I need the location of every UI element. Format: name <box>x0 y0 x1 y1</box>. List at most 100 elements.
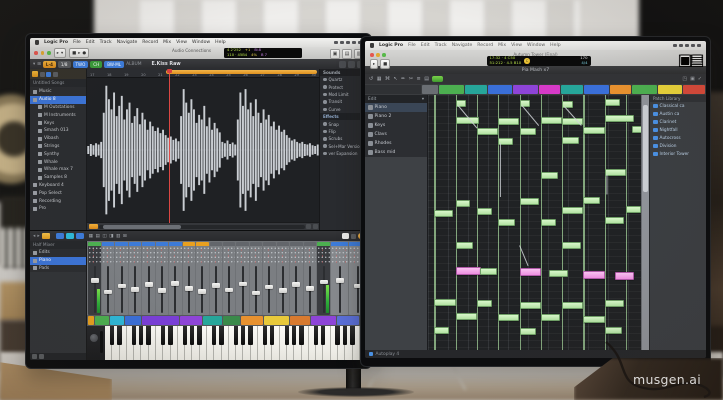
mixer-tool-icon[interactable]: ▥ <box>116 234 120 239</box>
transport-button-group[interactable]: ■ ▸ ● <box>69 48 90 58</box>
marker-segment[interactable] <box>439 85 464 94</box>
zoom-out-button[interactable] <box>306 224 311 229</box>
key-zone[interactable] <box>310 316 336 325</box>
panel-toggle-icon[interactable]: ▤ <box>342 49 352 59</box>
panel-toggle-icon[interactable]: ▣ <box>330 49 340 59</box>
sort-button[interactable] <box>46 71 51 77</box>
fader-handle[interactable] <box>292 282 301 287</box>
piano-roll-grid-area[interactable] <box>428 95 643 350</box>
menu-item[interactable]: Help <box>550 43 560 48</box>
channel-controls[interactable] <box>303 246 316 264</box>
piano-key-black[interactable] <box>320 326 326 345</box>
track-list-item[interactable]: Recording <box>30 197 86 205</box>
menu-item[interactable]: Navigate <box>452 43 473 48</box>
tool-icon[interactable]: ▦ <box>377 76 382 82</box>
mixer-track-item[interactable]: Edits <box>30 249 86 257</box>
track-list-item[interactable]: Pop Select <box>30 189 86 197</box>
key-zone[interactable] <box>202 316 223 325</box>
key-zone[interactable] <box>124 316 142 325</box>
fader-handle[interactable] <box>157 288 166 293</box>
delete-button[interactable] <box>39 354 44 359</box>
fader-handle[interactable] <box>305 286 314 291</box>
menu-item[interactable]: View <box>176 40 187 45</box>
toolbar-icon[interactable]: ▾ <box>33 62 35 67</box>
track-list-header[interactable]: Edit ▾ <box>365 95 427 103</box>
view-icon[interactable] <box>339 60 346 68</box>
view-pill[interactable] <box>75 233 84 239</box>
mixer-tool-icon[interactable]: ⊞ <box>123 234 127 239</box>
loop-mode-button[interactable]: L·4 <box>42 60 56 68</box>
piano-key-black[interactable] <box>138 326 144 345</box>
channel-controls[interactable] <box>249 246 263 264</box>
patch-row[interactable]: Clarinet <box>650 118 706 126</box>
channel-controls[interactable] <box>88 246 101 264</box>
channel-controls[interactable] <box>102 246 115 264</box>
piano-key-black[interactable] <box>284 326 290 345</box>
fader-handle[interactable] <box>104 289 113 295</box>
fader-handle[interactable] <box>117 283 126 289</box>
piano-key-black[interactable] <box>342 326 348 345</box>
marker-segment[interactable] <box>584 85 609 94</box>
piano-key-black[interactable] <box>109 326 115 345</box>
menu-item[interactable]: Mix <box>163 40 171 45</box>
toolbar-pill[interactable]: TWO <box>72 60 89 68</box>
app-name[interactable]: Logic Pro <box>44 40 68 45</box>
track-list-item[interactable]: Whale <box>30 158 86 166</box>
track-list-item[interactable]: Smash 013 <box>30 127 86 135</box>
key-zone[interactable] <box>179 316 202 325</box>
apple-logo-icon[interactable] <box>35 40 39 45</box>
piano-key-black[interactable] <box>117 326 122 345</box>
fader-handle[interactable] <box>238 281 247 287</box>
transport-icon[interactable]: ● <box>82 51 86 56</box>
fader-handle[interactable] <box>278 288 287 293</box>
piano-key-black[interactable] <box>189 326 195 345</box>
fader-handle[interactable] <box>184 286 193 291</box>
menu-item[interactable]: File <box>408 43 416 48</box>
key-zone[interactable] <box>336 316 359 325</box>
piano-key-black[interactable] <box>291 326 297 345</box>
menu-item[interactable]: Edit <box>86 40 95 45</box>
channel-controls[interactable] <box>236 246 249 264</box>
mixer-tool-icon[interactable]: ▦ <box>89 234 93 239</box>
mixer-sidebar-header[interactable]: Half Mixer <box>30 241 86 249</box>
track-list-item[interactable]: Pro <box>30 205 86 213</box>
view-pill[interactable] <box>55 233 64 239</box>
toolbar-right-icon[interactable]: ✓ <box>698 76 702 82</box>
marker-segment[interactable] <box>487 85 513 94</box>
menu-item[interactable]: Window <box>192 40 210 45</box>
menu-item[interactable]: Help <box>215 40 225 45</box>
folder-icon[interactable] <box>41 232 50 240</box>
patch-row[interactable]: Division <box>650 142 706 150</box>
forward-icon[interactable]: ▸ <box>37 234 39 239</box>
channel-controls[interactable] <box>196 246 209 264</box>
marker-segment[interactable] <box>609 85 632 94</box>
key-zone[interactable] <box>223 316 240 325</box>
midi-in-button[interactable] <box>432 75 444 83</box>
panel-toggle-button[interactable] <box>342 232 349 240</box>
marker-segment[interactable] <box>683 85 705 94</box>
track-list-header[interactable]: Untitled Songs <box>30 79 86 87</box>
toolbar-pill[interactable]: CH <box>90 60 103 68</box>
key-zone[interactable] <box>264 316 290 325</box>
toolbar-right-icon[interactable]: ▣ <box>690 76 695 82</box>
fader-handle[interactable] <box>265 284 274 290</box>
piano-key-black[interactable] <box>168 326 173 345</box>
marker-segment[interactable] <box>422 85 439 94</box>
track-list-item[interactable]: Samples 8 <box>30 174 86 182</box>
channel-controls[interactable] <box>331 246 348 264</box>
fader-handle[interactable] <box>90 278 99 283</box>
zoom-in-button[interactable] <box>312 224 318 229</box>
tool-icon[interactable]: ⌘ <box>385 76 390 82</box>
mixer-tool-icon[interactable]: ◫ <box>102 234 106 239</box>
toolbar-icon[interactable]: ⊞ <box>37 62 41 67</box>
playhead[interactable] <box>167 69 173 223</box>
key-zone[interactable] <box>240 316 264 325</box>
apple-logo-icon[interactable] <box>370 43 374 48</box>
channel-controls[interactable] <box>128 246 142 264</box>
toolbar-right-icon[interactable]: ◳ <box>682 76 687 82</box>
marker-segment[interactable] <box>538 85 561 94</box>
marker-segment[interactable] <box>632 85 657 94</box>
piano-key-black[interactable] <box>131 326 137 345</box>
channel-controls[interactable] <box>276 246 290 264</box>
track-list-item[interactable]: M Outstations <box>30 104 86 112</box>
